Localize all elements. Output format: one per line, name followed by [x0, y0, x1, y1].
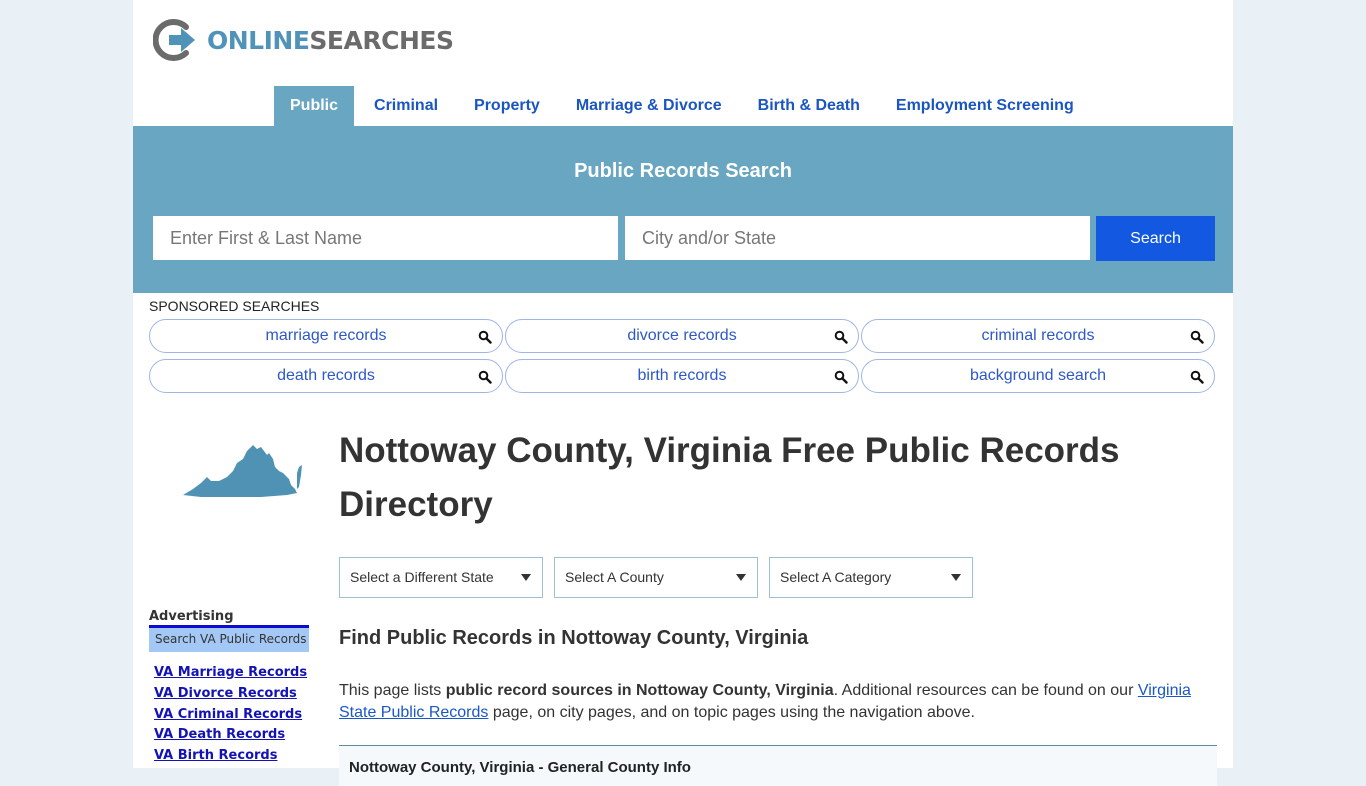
sponsored-search-pill[interactable]: marriage records: [149, 319, 503, 353]
nav-tab-public[interactable]: Public: [274, 86, 355, 126]
sponsored-search-pill[interactable]: background search: [861, 359, 1215, 393]
search-icon: [478, 370, 492, 384]
city-state-input[interactable]: [625, 216, 1090, 260]
search-icon: [478, 330, 492, 344]
search-va-records-heading: Search VA Public Records: [149, 628, 309, 652]
state-select[interactable]: Select a Different State: [339, 557, 543, 598]
page-title: Nottoway County, Virginia Free Public Re…: [339, 431, 1120, 524]
pill-label: death records: [277, 367, 375, 384]
sidebar-link-va-death-records[interactable]: VA Death Records: [154, 725, 307, 746]
virginia-map-icon: [183, 445, 302, 497]
county-select-value: Select A County: [565, 569, 664, 585]
chevron-down-icon: [951, 574, 961, 581]
pill-label: background search: [969, 367, 1107, 384]
nav-tab-marriage-divorce[interactable]: Marriage & Divorce: [560, 86, 738, 126]
sponsored-searches-label: SPONSORED SEARCHES: [149, 298, 320, 314]
sponsored-search-pill[interactable]: criminal records: [861, 319, 1215, 353]
category-select[interactable]: Select A Category: [769, 557, 973, 598]
site-logo[interactable]: ONLINESEARCHES: [153, 18, 454, 62]
search-icon: [1190, 370, 1204, 384]
state-select-value: Select a Different State: [350, 569, 494, 585]
pill-label: criminal records: [981, 327, 1095, 344]
intro-text: . Additional resources can be found on o…: [833, 682, 1138, 699]
nav-tab-criminal[interactable]: Criminal: [358, 86, 454, 126]
sidebar-links: VA Marriage Records VA Divorce Records V…: [154, 663, 307, 767]
sidebar-link-va-criminal-records[interactable]: VA Criminal Records: [154, 705, 307, 726]
sponsored-searches-grid: marriage records divorce records crimina…: [149, 319, 1215, 393]
search-icon: [834, 330, 848, 344]
filter-selects: Select a Different State Select A County…: [339, 557, 984, 598]
section-heading: Find Public Records in Nottoway County, …: [339, 627, 809, 649]
chevron-down-icon: [521, 574, 531, 581]
chevron-down-icon: [736, 574, 746, 581]
page-container: ONLINESEARCHES Public Criminal Property …: [133, 0, 1233, 786]
advertising-label: Advertising: [149, 609, 234, 624]
main-nav: Public Criminal Property Marriage & Divo…: [274, 86, 1094, 126]
intro-bold-text: public record sources in Nottoway County…: [445, 682, 834, 699]
county-info-panel: Nottoway County, Virginia - General Coun…: [339, 745, 1217, 786]
nav-tab-property[interactable]: Property: [458, 86, 556, 126]
search-icon: [1190, 330, 1204, 344]
search-hero: Public Records Search Search: [133, 126, 1233, 293]
sidebar-link-va-marriage-records[interactable]: VA Marriage Records: [154, 663, 307, 684]
nav-tab-birth-death[interactable]: Birth & Death: [742, 86, 876, 126]
county-select[interactable]: Select A County: [554, 557, 758, 598]
pill-label: birth records: [637, 367, 727, 384]
logo-mark-icon: [153, 19, 195, 61]
search-icon: [834, 370, 848, 384]
logo-text: ONLINESEARCHES: [207, 25, 454, 55]
category-select-value: Select A Category: [780, 569, 892, 585]
pill-label: marriage records: [265, 327, 387, 344]
intro-text: This page lists: [339, 682, 446, 699]
name-input[interactable]: [153, 216, 618, 260]
sidebar-link-va-birth-records[interactable]: VA Birth Records: [154, 746, 307, 767]
pill-label: divorce records: [627, 327, 737, 344]
sidebar-link-va-divorce-records[interactable]: VA Divorce Records: [154, 684, 307, 705]
sponsored-search-pill[interactable]: death records: [149, 359, 503, 393]
sponsored-search-pill[interactable]: divorce records: [505, 319, 859, 353]
nav-tab-employment-screening[interactable]: Employment Screening: [880, 86, 1090, 126]
sponsored-search-pill[interactable]: birth records: [505, 359, 859, 393]
hero-title: Public Records Search: [574, 160, 792, 182]
intro-paragraph: This page lists public record sources in…: [339, 680, 1214, 724]
search-button[interactable]: Search: [1096, 216, 1215, 261]
intro-text: page, on city pages, and on topic pages …: [488, 704, 975, 721]
